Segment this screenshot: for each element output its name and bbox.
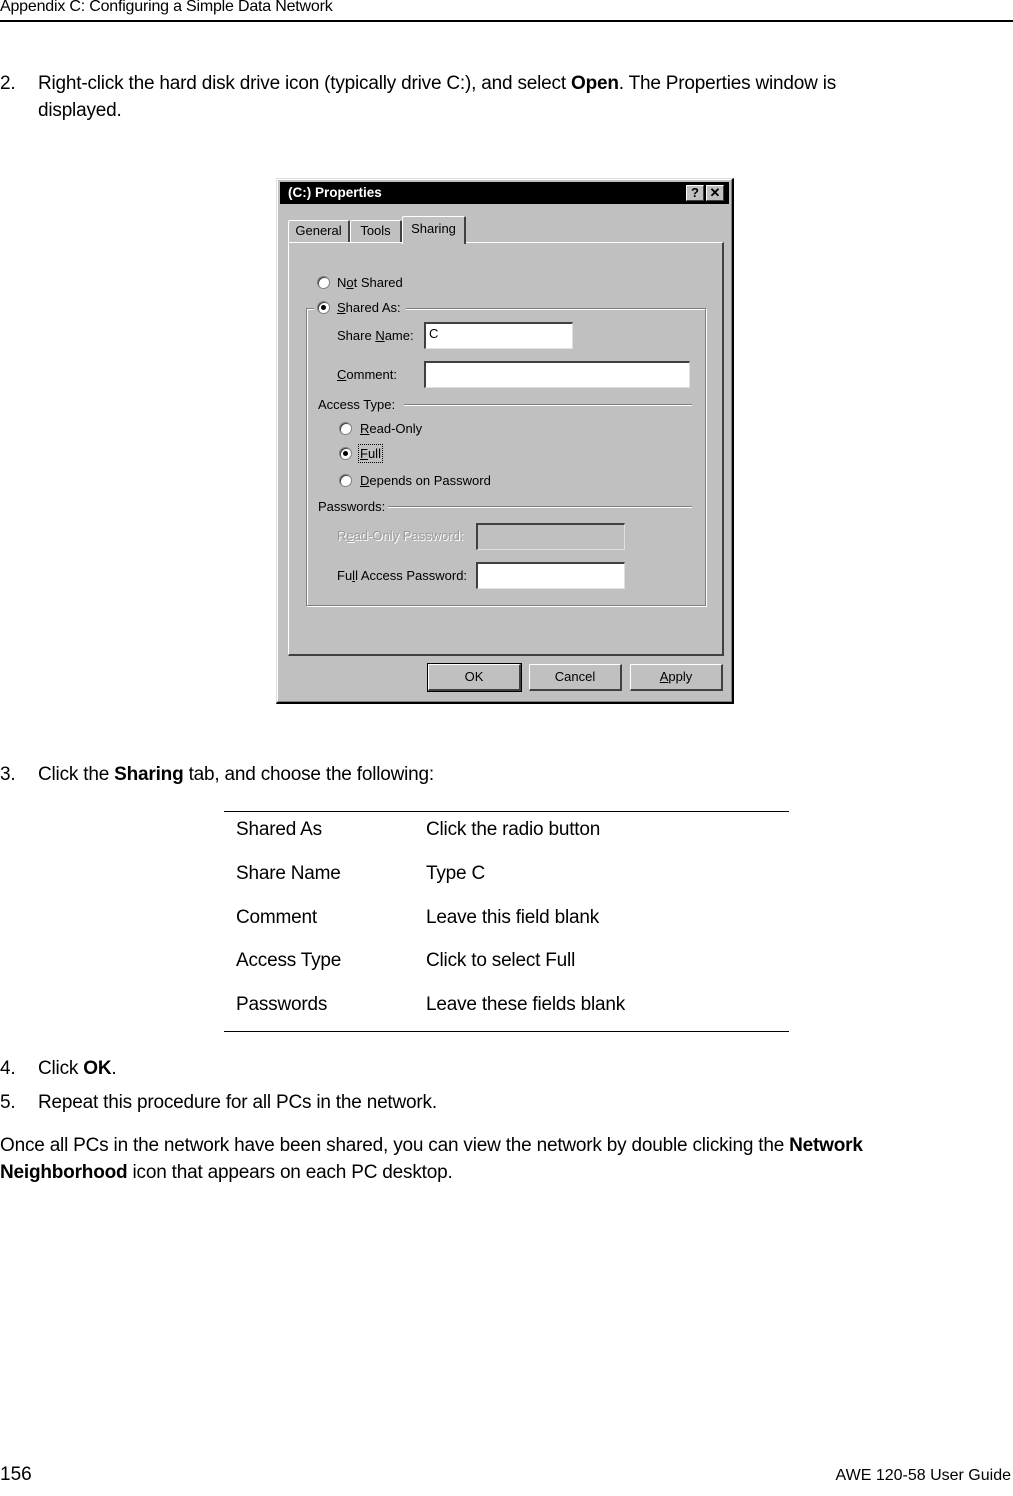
shared-as-label[interactable]: Shared As: (337, 300, 401, 315)
comment-input[interactable] (424, 361, 690, 388)
tab-label: Tools (360, 223, 391, 238)
passwords-separator (388, 506, 692, 508)
step-5: 5. Repeat this procedure for all PCs in … (0, 1089, 1013, 1116)
action-cell: Click to select Full (426, 950, 576, 971)
closing-line-2: Neighborhood icon that appears on each P… (0, 1162, 453, 1183)
step-text: Click the Sharing tab, and choose the fo… (38, 764, 434, 785)
chapter-title: Appendix C: Configuring a Simple Data Ne… (0, 0, 333, 15)
tab-sharing[interactable]: Sharing (402, 216, 466, 244)
step-number: 4. (0, 1058, 16, 1079)
step-text-line2: displayed. (38, 100, 122, 121)
close-icon: ✕ (709, 185, 721, 200)
page-number: 156 (0, 1464, 32, 1485)
apply-label: pply (668, 669, 693, 684)
bold-term: Network (789, 1135, 863, 1156)
text: . The Properties window is (618, 73, 837, 94)
table-row: Access Type Click to select Full (224, 950, 789, 994)
help-icon: ? (691, 185, 699, 200)
table-bottom-rule (224, 1031, 789, 1032)
field-cell: Passwords (236, 994, 328, 1015)
guide-title: AWE 120-58 User Guide (835, 1467, 1011, 1484)
field-cell: Share Name (236, 863, 341, 884)
tab-label: General (295, 223, 342, 238)
apply-button[interactable]: Apply (630, 664, 723, 691)
field-cell: Shared As (236, 819, 322, 840)
field-cell: Access Type (236, 950, 342, 971)
share-name-input[interactable]: C (424, 322, 573, 349)
action-cell: Leave this field blank (426, 907, 600, 928)
step-2: 2. Right-click the hard disk drive icon … (0, 70, 1013, 130)
bold-term: Open (570, 73, 619, 94)
access-type-separator (404, 404, 692, 406)
full-radio[interactable] (339, 447, 352, 460)
comment-label: Comment: (337, 367, 397, 382)
bold-term: OK (83, 1058, 112, 1079)
tab-tools[interactable]: Tools (350, 220, 402, 242)
bold-term: Sharing (114, 764, 184, 785)
table-row: Share Name Type C (224, 863, 789, 907)
tab-label: Sharing (411, 221, 456, 236)
step-text: Repeat this procedure for all PCs in the… (38, 1092, 437, 1113)
closing-line-1: Once all PCs in the network have been sh… (0, 1135, 863, 1156)
not-shared-radio[interactable] (317, 276, 330, 289)
header-rule (0, 20, 1013, 22)
access-type-label: Access Type: (318, 397, 396, 412)
help-button[interactable]: ? (686, 185, 704, 201)
passwords-label: Passwords: (318, 499, 386, 514)
action-cell: Type C (426, 863, 485, 884)
read-only-label[interactable]: Read-Only (360, 421, 422, 436)
step-text: Click OK. (38, 1058, 117, 1079)
table-top-rule (224, 811, 789, 812)
dialog-frame: (C:) Properties ? ✕ General Tools Sharin… (277, 179, 732, 702)
read-only-password-label: Read-Only Password: (337, 528, 464, 543)
field-cell: Comment (236, 907, 317, 928)
read-only-radio[interactable] (339, 422, 352, 435)
not-shared-label[interactable]: Not Shared (337, 275, 403, 290)
action-cell: Leave these fields blank (426, 994, 626, 1015)
step-number: 2. (0, 73, 16, 94)
cancel-button[interactable]: Cancel (529, 664, 622, 691)
full-access-password-label: Full Access Password: (337, 568, 468, 583)
bold-term: Neighborhood (0, 1162, 128, 1183)
dialog-title: (C:) Properties (288, 185, 382, 200)
title-bar[interactable]: (C:) Properties ? ✕ (280, 182, 729, 204)
depends-on-password-radio[interactable] (339, 474, 352, 487)
ok-button[interactable]: OK (427, 663, 522, 692)
step-text: Right-click the hard disk drive icon (ty… (38, 70, 836, 97)
properties-dialog: (C:) Properties ? ✕ General Tools Sharin… (276, 178, 734, 704)
tab-general[interactable]: General (288, 220, 350, 242)
full-access-password-input[interactable] (476, 562, 625, 589)
step-3: 3. Click the Sharing tab, and choose the… (0, 761, 1013, 788)
share-name-label: Share Name: (337, 328, 414, 343)
table-row: Comment Leave this field blank (224, 907, 789, 951)
step-number: 3. (0, 764, 16, 785)
action-cell: Click the radio button (426, 819, 601, 840)
shared-as-radio[interactable] (317, 301, 330, 314)
closing-paragraph: Once all PCs in the network have been sh… (0, 1132, 1013, 1188)
depends-on-password-label[interactable]: Depends on Password (360, 473, 491, 488)
text: Right-click the hard disk drive icon (ty… (38, 73, 571, 94)
close-button[interactable]: ✕ (706, 185, 724, 201)
page-header: Appendix C: Configuring a Simple Data Ne… (0, 0, 1013, 22)
table-row: Shared As Click the radio button (224, 819, 789, 863)
full-label[interactable]: Full (358, 444, 383, 463)
step-4: 4. Click OK. (0, 1055, 1013, 1082)
read-only-password-input (476, 523, 625, 550)
step-number: 5. (0, 1092, 16, 1113)
